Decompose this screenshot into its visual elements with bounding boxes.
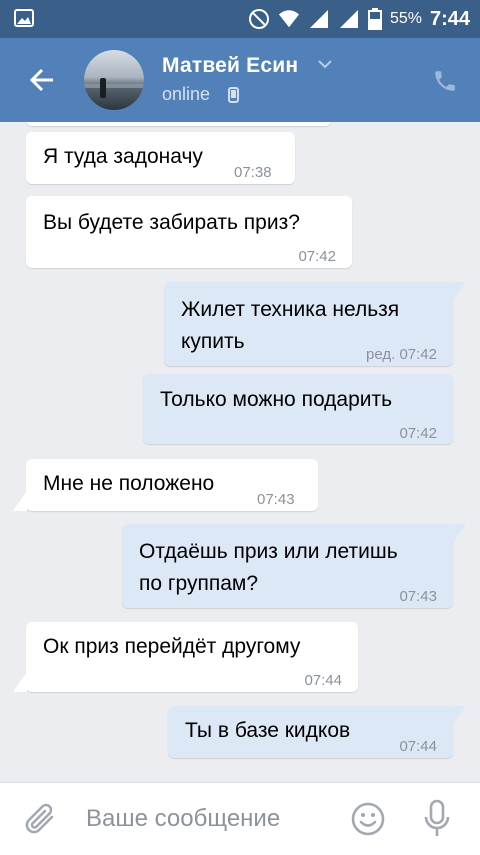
message-input[interactable] [86, 799, 316, 839]
message-time: 07:43 [399, 588, 437, 605]
chevron-down-icon[interactable] [317, 56, 333, 72]
phone-icon[interactable] [432, 68, 458, 94]
message-text: Ок приз перейдёт другому [43, 635, 301, 658]
status-bar: 55% 7:44 [0, 0, 480, 38]
clock: 7:44 [429, 7, 470, 30]
paperclip-icon[interactable] [24, 801, 58, 837]
message-composer [0, 782, 480, 855]
message-outgoing[interactable]: Ты в базе кидков 07:44 [168, 706, 466, 758]
mobile-device-icon [228, 87, 239, 103]
message-text: Я туда задоначу [43, 145, 203, 168]
message-incoming[interactable]: Вы будете забирать приз? 07:42 [26, 196, 352, 268]
message-time: ред. 07:42 [366, 346, 437, 363]
chat-header: Матвей Есин online [0, 38, 480, 122]
back-button[interactable] [20, 58, 64, 102]
microphone-icon[interactable] [422, 799, 452, 839]
gallery-icon [14, 9, 34, 27]
contact-status: online [162, 84, 211, 104]
message-text: Отдаёшь приз или летишь по группам? [139, 540, 398, 595]
message-list[interactable]: Я туда задоначу 07:38 Вы будете забирать… [0, 122, 480, 782]
message-outgoing[interactable]: Только можно подарить 07:42 [143, 374, 453, 444]
signal-icon [339, 10, 358, 28]
back-arrow-icon [29, 68, 53, 92]
avatar[interactable] [84, 50, 144, 110]
message-time: 07:43 [257, 491, 295, 508]
message-time: 07:42 [298, 248, 336, 265]
contact-name[interactable]: Матвей Есин [162, 54, 298, 78]
message-text: Только можно подарить [160, 388, 393, 411]
do-not-disturb-icon [248, 9, 269, 29]
message-time: 07:44 [399, 738, 437, 755]
message-incoming[interactable]: Ок приз перейдёт другому 07:44 [13, 622, 358, 692]
message-outgoing[interactable]: Жилет техника нельзя купить ред. 07:42 [164, 282, 466, 366]
battery-percent: 55% [389, 10, 422, 27]
message-time: 07:44 [304, 672, 342, 689]
emoji-icon[interactable] [350, 801, 386, 837]
message-text: Мне не положено [43, 472, 215, 495]
message-incoming[interactable]: Я туда задоначу 07:38 [26, 132, 295, 184]
wifi-icon [278, 10, 300, 28]
signal-icon [309, 10, 328, 28]
message-outgoing[interactable]: Отдаёшь приз или летишь по группам? 07:4… [122, 524, 466, 608]
message-text: Вы будете забирать приз? [43, 211, 300, 234]
message-incoming[interactable]: Мне не положено 07:43 [13, 459, 318, 511]
message-time: 07:42 [399, 425, 437, 442]
battery-icon [367, 8, 382, 30]
message-bubble-partial [26, 122, 331, 126]
message-text: Ты в базе кидков [185, 719, 351, 742]
message-time: 07:38 [234, 164, 272, 181]
